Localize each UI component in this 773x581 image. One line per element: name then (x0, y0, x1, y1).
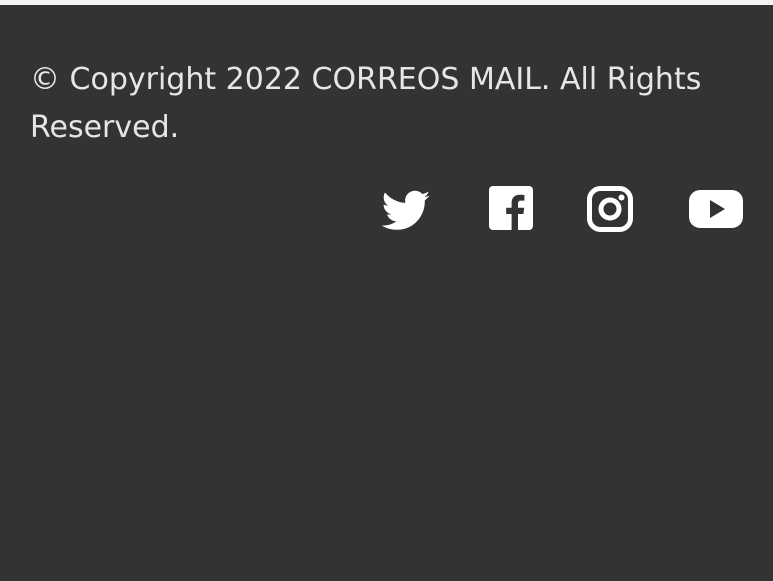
youtube-icon (689, 190, 743, 228)
facebook-icon (489, 186, 533, 230)
instagram-link[interactable] (587, 186, 633, 234)
instagram-icon (587, 186, 633, 232)
youtube-link[interactable] (688, 186, 744, 234)
copyright-text: © Copyright 2022 CORREOS MAIL. All Right… (30, 62, 702, 145)
twitter-link[interactable] (380, 186, 432, 234)
twitter-icon (381, 190, 430, 230)
page-footer: © Copyright 2022 CORREOS MAIL. All Right… (0, 5, 773, 581)
facebook-link[interactable] (487, 186, 535, 234)
